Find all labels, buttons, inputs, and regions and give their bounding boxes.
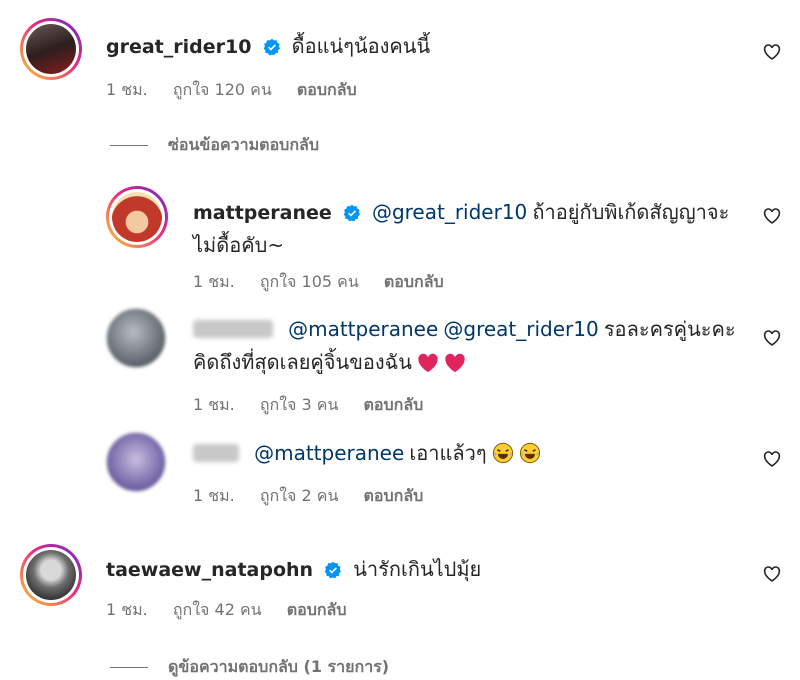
- avatar-taewaew-natapohn[interactable]: [20, 544, 82, 606]
- mention-link[interactable]: @great_rider10: [443, 317, 598, 341]
- comment-text-line2: คิดถึงที่สุดเลยคู่จิ้นของฉัน: [193, 350, 412, 374]
- reply-button[interactable]: ตอบกลับ: [287, 600, 347, 619]
- mention-link[interactable]: @great_rider10: [372, 200, 527, 224]
- thread-divider: [110, 145, 148, 146]
- laughing-tears-emoji-icon: [519, 442, 540, 464]
- avatar-blurred-user[interactable]: [106, 432, 166, 492]
- timestamp[interactable]: 1 ชม.: [193, 272, 235, 291]
- blurred-username[interactable]: [193, 320, 273, 338]
- red-heart-emoji-icon: [445, 353, 465, 373]
- verified-badge-icon: [324, 561, 342, 579]
- comment-text-line2: ไม่ดื้อคับ~: [193, 233, 285, 257]
- like-count[interactable]: ถูกใจ 105 คน: [260, 272, 359, 291]
- comment-great-rider10: great_rider10 ดื้อแน่ๆน้องคนนี้: [106, 30, 430, 63]
- thread-divider: [110, 667, 148, 668]
- timestamp[interactable]: 1 ชม.: [106, 80, 148, 99]
- mention-link[interactable]: @mattperanee: [254, 441, 404, 465]
- username-mattperanee[interactable]: mattperanee: [193, 202, 332, 224]
- heart-outline-icon[interactable]: [763, 330, 781, 346]
- comment-text: ดื้อแน่ๆน้องคนนี้: [291, 34, 431, 58]
- reply-button[interactable]: ตอบกลับ: [364, 395, 424, 414]
- verified-badge-icon: [263, 38, 280, 56]
- timestamp[interactable]: 1 ชม.: [106, 600, 148, 619]
- comment-meta: 1 ชม. ถูกใจ 3 คน ตอบกลับ: [193, 393, 443, 418]
- heart-outline-icon[interactable]: [763, 44, 781, 60]
- mention-link[interactable]: @mattperanee: [288, 317, 438, 341]
- username-great-rider10[interactable]: great_rider10: [106, 36, 251, 58]
- verified-badge-icon: [343, 204, 360, 222]
- heart-outline-icon[interactable]: [763, 208, 781, 224]
- hide-replies-label: ซ่อนข้อความตอบกลับ: [168, 135, 319, 154]
- like-count[interactable]: ถูกใจ 3 คน: [260, 395, 339, 414]
- comment-meta: 1 ชม. ถูกใจ 42 คน ตอบกลับ: [106, 598, 367, 623]
- avatar-blurred-user[interactable]: [106, 308, 166, 368]
- like-count[interactable]: ถูกใจ 2 คน: [260, 486, 339, 505]
- timestamp[interactable]: 1 ชม.: [193, 486, 235, 505]
- comment-blurred-user-1: @mattperanee @great_rider10 รอละครคู่นะค…: [193, 313, 753, 379]
- comment-mattperanee: mattperanee @great_rider10 ถ้าอยู่กับพิเ…: [193, 196, 743, 262]
- username-taewaew-natapohn[interactable]: taewaew_natapohn: [106, 559, 313, 581]
- comment-text: รอละครคู่นะคะ: [603, 317, 736, 341]
- view-replies-button[interactable]: ดูข้อความตอบกลับ (1 รายการ): [110, 655, 389, 680]
- hide-replies-button[interactable]: ซ่อนข้อความตอบกลับ: [110, 133, 319, 158]
- comment-meta: 1 ชม. ถูกใจ 2 คน ตอบกลับ: [193, 484, 443, 509]
- comment-blurred-user-2: @mattperanee เอาแล้วๆ: [193, 437, 753, 470]
- reply-button[interactable]: ตอบกลับ: [297, 80, 357, 99]
- comment-taewaew-natapohn: taewaew_natapohn น่ารักเกินไปมุ้ย: [106, 553, 481, 586]
- comment-text: ถ้าอยู่กับพิเก้ดสัญญาจะ: [532, 200, 730, 224]
- reply-button[interactable]: ตอบกลับ: [384, 272, 444, 291]
- like-count[interactable]: ถูกใจ 120 คน: [173, 80, 272, 99]
- avatar-mattperanee[interactable]: [106, 186, 168, 248]
- blurred-username[interactable]: [193, 444, 239, 462]
- comment-meta: 1 ชม. ถูกใจ 105 คน ตอบกลับ: [193, 270, 464, 295]
- reply-button[interactable]: ตอบกลับ: [364, 486, 424, 505]
- comment-text: น่ารักเกินไปมุ้ย: [353, 557, 482, 581]
- like-count[interactable]: ถูกใจ 42 คน: [173, 600, 262, 619]
- view-replies-label: ดูข้อความตอบกลับ (1 รายการ): [168, 657, 390, 676]
- red-heart-emoji-icon: [418, 353, 438, 373]
- laughing-tears-emoji-icon: [492, 442, 513, 464]
- comment-meta: 1 ชม. ถูกใจ 120 คน ตอบกลับ: [106, 78, 377, 103]
- timestamp[interactable]: 1 ชม.: [193, 395, 235, 414]
- heart-outline-icon[interactable]: [763, 566, 781, 582]
- heart-outline-icon[interactable]: [763, 451, 781, 467]
- comment-text: เอาแล้วๆ: [409, 441, 487, 465]
- avatar-great-rider10[interactable]: [20, 18, 82, 80]
